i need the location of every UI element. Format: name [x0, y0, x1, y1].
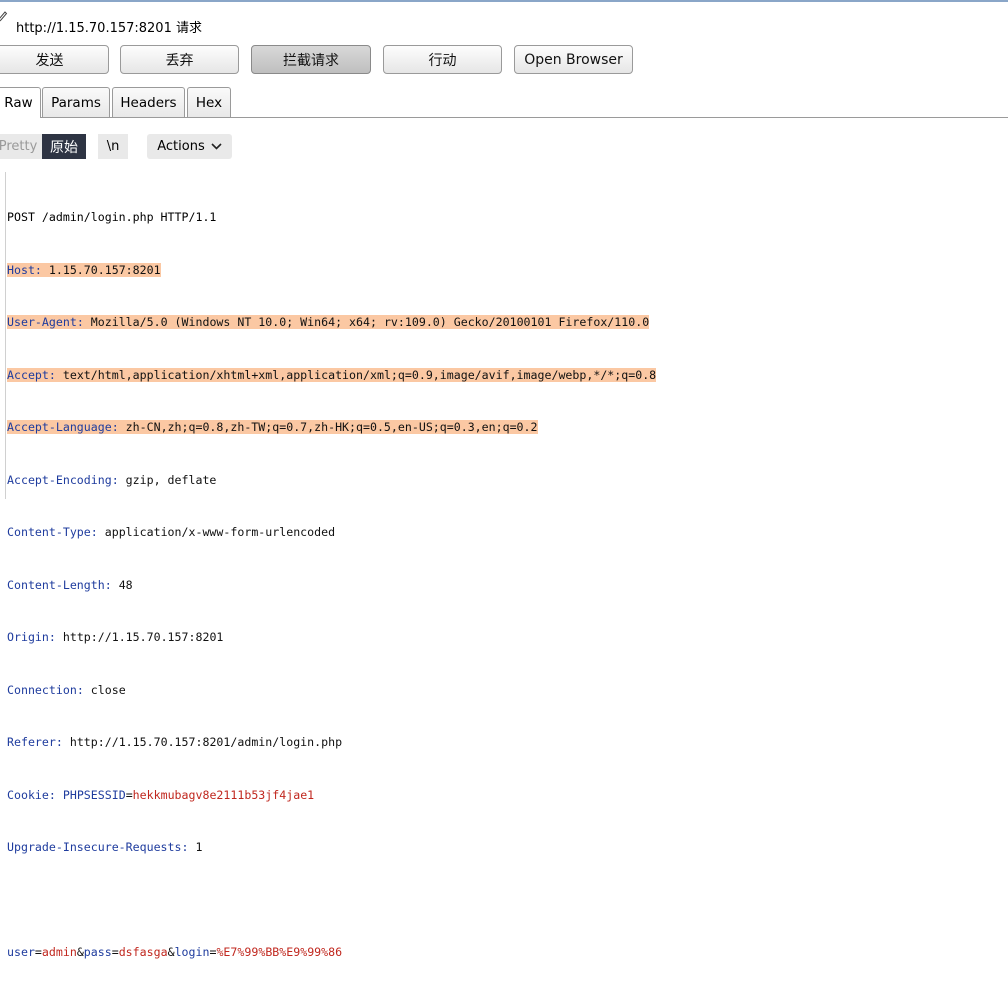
intercept-button[interactable]: 拦截请求 — [251, 45, 371, 74]
header-name: Accept — [7, 367, 49, 382]
body-key: user — [7, 945, 35, 959]
tab-raw[interactable]: Raw — [0, 87, 41, 118]
pencil-icon[interactable] — [0, 10, 8, 24]
editor-gutter — [0, 172, 6, 499]
tab-hex[interactable]: Hex — [187, 87, 231, 117]
header-line-cookie: Cookie: PHPSESSID=hekkmubagv8e2111b53jf4… — [7, 787, 315, 802]
header-line-upgrade: Upgrade-Insecure-Requests: 1 — [7, 840, 203, 854]
discard-button[interactable]: 丢弃 — [120, 45, 239, 74]
header-name: Connection — [7, 682, 77, 697]
action-button[interactable]: 行动 — [383, 45, 502, 74]
header-value: text/html,application/xhtml+xml,applicat… — [62, 367, 657, 382]
header-line-host: Host: 1.15.70.157:8201 — [7, 262, 161, 277]
header-name: Upgrade-Insecure-Requests — [7, 840, 182, 854]
header-line-content-type: Content-Type: application/x-www-form-url… — [7, 525, 336, 539]
tab-headers[interactable]: Headers — [112, 87, 185, 117]
request-url-title: http://1.15.70.157:8201 请求 — [16, 21, 202, 36]
cookie-param: PHPSESSID — [62, 787, 126, 802]
tab-params[interactable]: Params — [42, 87, 110, 117]
header-name: Referer — [7, 735, 56, 749]
raw-toggle[interactable]: 原始 — [42, 134, 86, 159]
header-name: Content-Length — [7, 577, 105, 592]
chevron-down-icon — [211, 143, 222, 150]
actions-dropdown[interactable]: Actions — [147, 134, 232, 159]
pretty-toggle[interactable]: Pretty — [0, 134, 42, 159]
header-line-connection: Connection: close — [7, 682, 126, 697]
header-value: close — [90, 682, 126, 697]
send-button[interactable]: 发送 — [0, 45, 109, 74]
header-name: Content-Type — [7, 525, 91, 539]
header-name: Host — [7, 262, 35, 277]
header-line-origin: Origin: http://1.15.70.157:8201 — [7, 630, 224, 644]
newline-toggle[interactable]: \n — [98, 134, 128, 159]
header-name: Accept-Language — [7, 420, 112, 434]
header-value: 48 — [118, 577, 133, 592]
header-value: Mozilla/5.0 (Windows NT 10.0; Win64; x64… — [90, 315, 650, 329]
request-text: POST /admin/login.php HTTP/1.1 Host: 1.1… — [7, 174, 657, 997]
window-top-border — [0, 0, 1008, 2]
header-value: http://1.15.70.157:8201/admin/login.php — [69, 735, 343, 749]
header-name: User-Agent — [7, 315, 77, 329]
header-name: Origin — [7, 630, 49, 644]
header-value: 1.15.70.157:8201 — [48, 262, 161, 277]
header-value: 1 — [195, 840, 203, 854]
body-key: pass — [83, 945, 112, 959]
header-line-referer: Referer: http://1.15.70.157:8201/admin/l… — [7, 735, 343, 749]
request-line-text: POST /admin/login.php HTTP/1.1 — [7, 210, 217, 224]
actions-label: Actions — [157, 139, 205, 154]
body-key: login — [174, 945, 210, 959]
header-value: zh-CN,zh;q=0.8,zh-TW;q=0.7,zh-HK;q=0.5,e… — [125, 420, 538, 434]
header-value: application/x-www-form-urlencoded — [104, 525, 336, 539]
cookie-value: hekkmubagv8e2111b53jf4jae1 — [132, 787, 315, 802]
header-value: http://1.15.70.157:8201 — [62, 630, 224, 644]
header-line-user-agent: User-Agent: Mozilla/5.0 (Windows NT 10.0… — [7, 315, 650, 329]
request-body: user=admin&pass=dsfasga&login=%E7%99%BB%… — [7, 945, 343, 959]
body-value: admin — [41, 945, 77, 959]
request-editor[interactable]: POST /admin/login.php HTTP/1.1 Host: 1.1… — [0, 172, 1008, 959]
header-line-content-length: Content-Length: 48 — [7, 577, 133, 592]
body-value: %E7%99%BB%E9%99%86 — [216, 945, 343, 959]
header-line-accept-language: Accept-Language: zh-CN,zh;q=0.8,zh-TW;q=… — [7, 420, 538, 434]
message-tabs: Raw Params Headers Hex — [0, 86, 1008, 118]
header-line-accept: Accept: text/html,application/xhtml+xml,… — [7, 367, 657, 382]
open-browser-button[interactable]: Open Browser — [514, 45, 633, 74]
header-line-accept-encoding: Accept-Encoding: gzip, deflate — [7, 472, 217, 487]
header-name: Cookie — [7, 787, 49, 802]
header-value: gzip, deflate — [125, 472, 217, 487]
body-value: dsfasga — [118, 945, 168, 959]
request-line: POST /admin/login.php HTTP/1.1 — [7, 209, 656, 227]
header-name: Accept-Encoding — [7, 472, 112, 487]
